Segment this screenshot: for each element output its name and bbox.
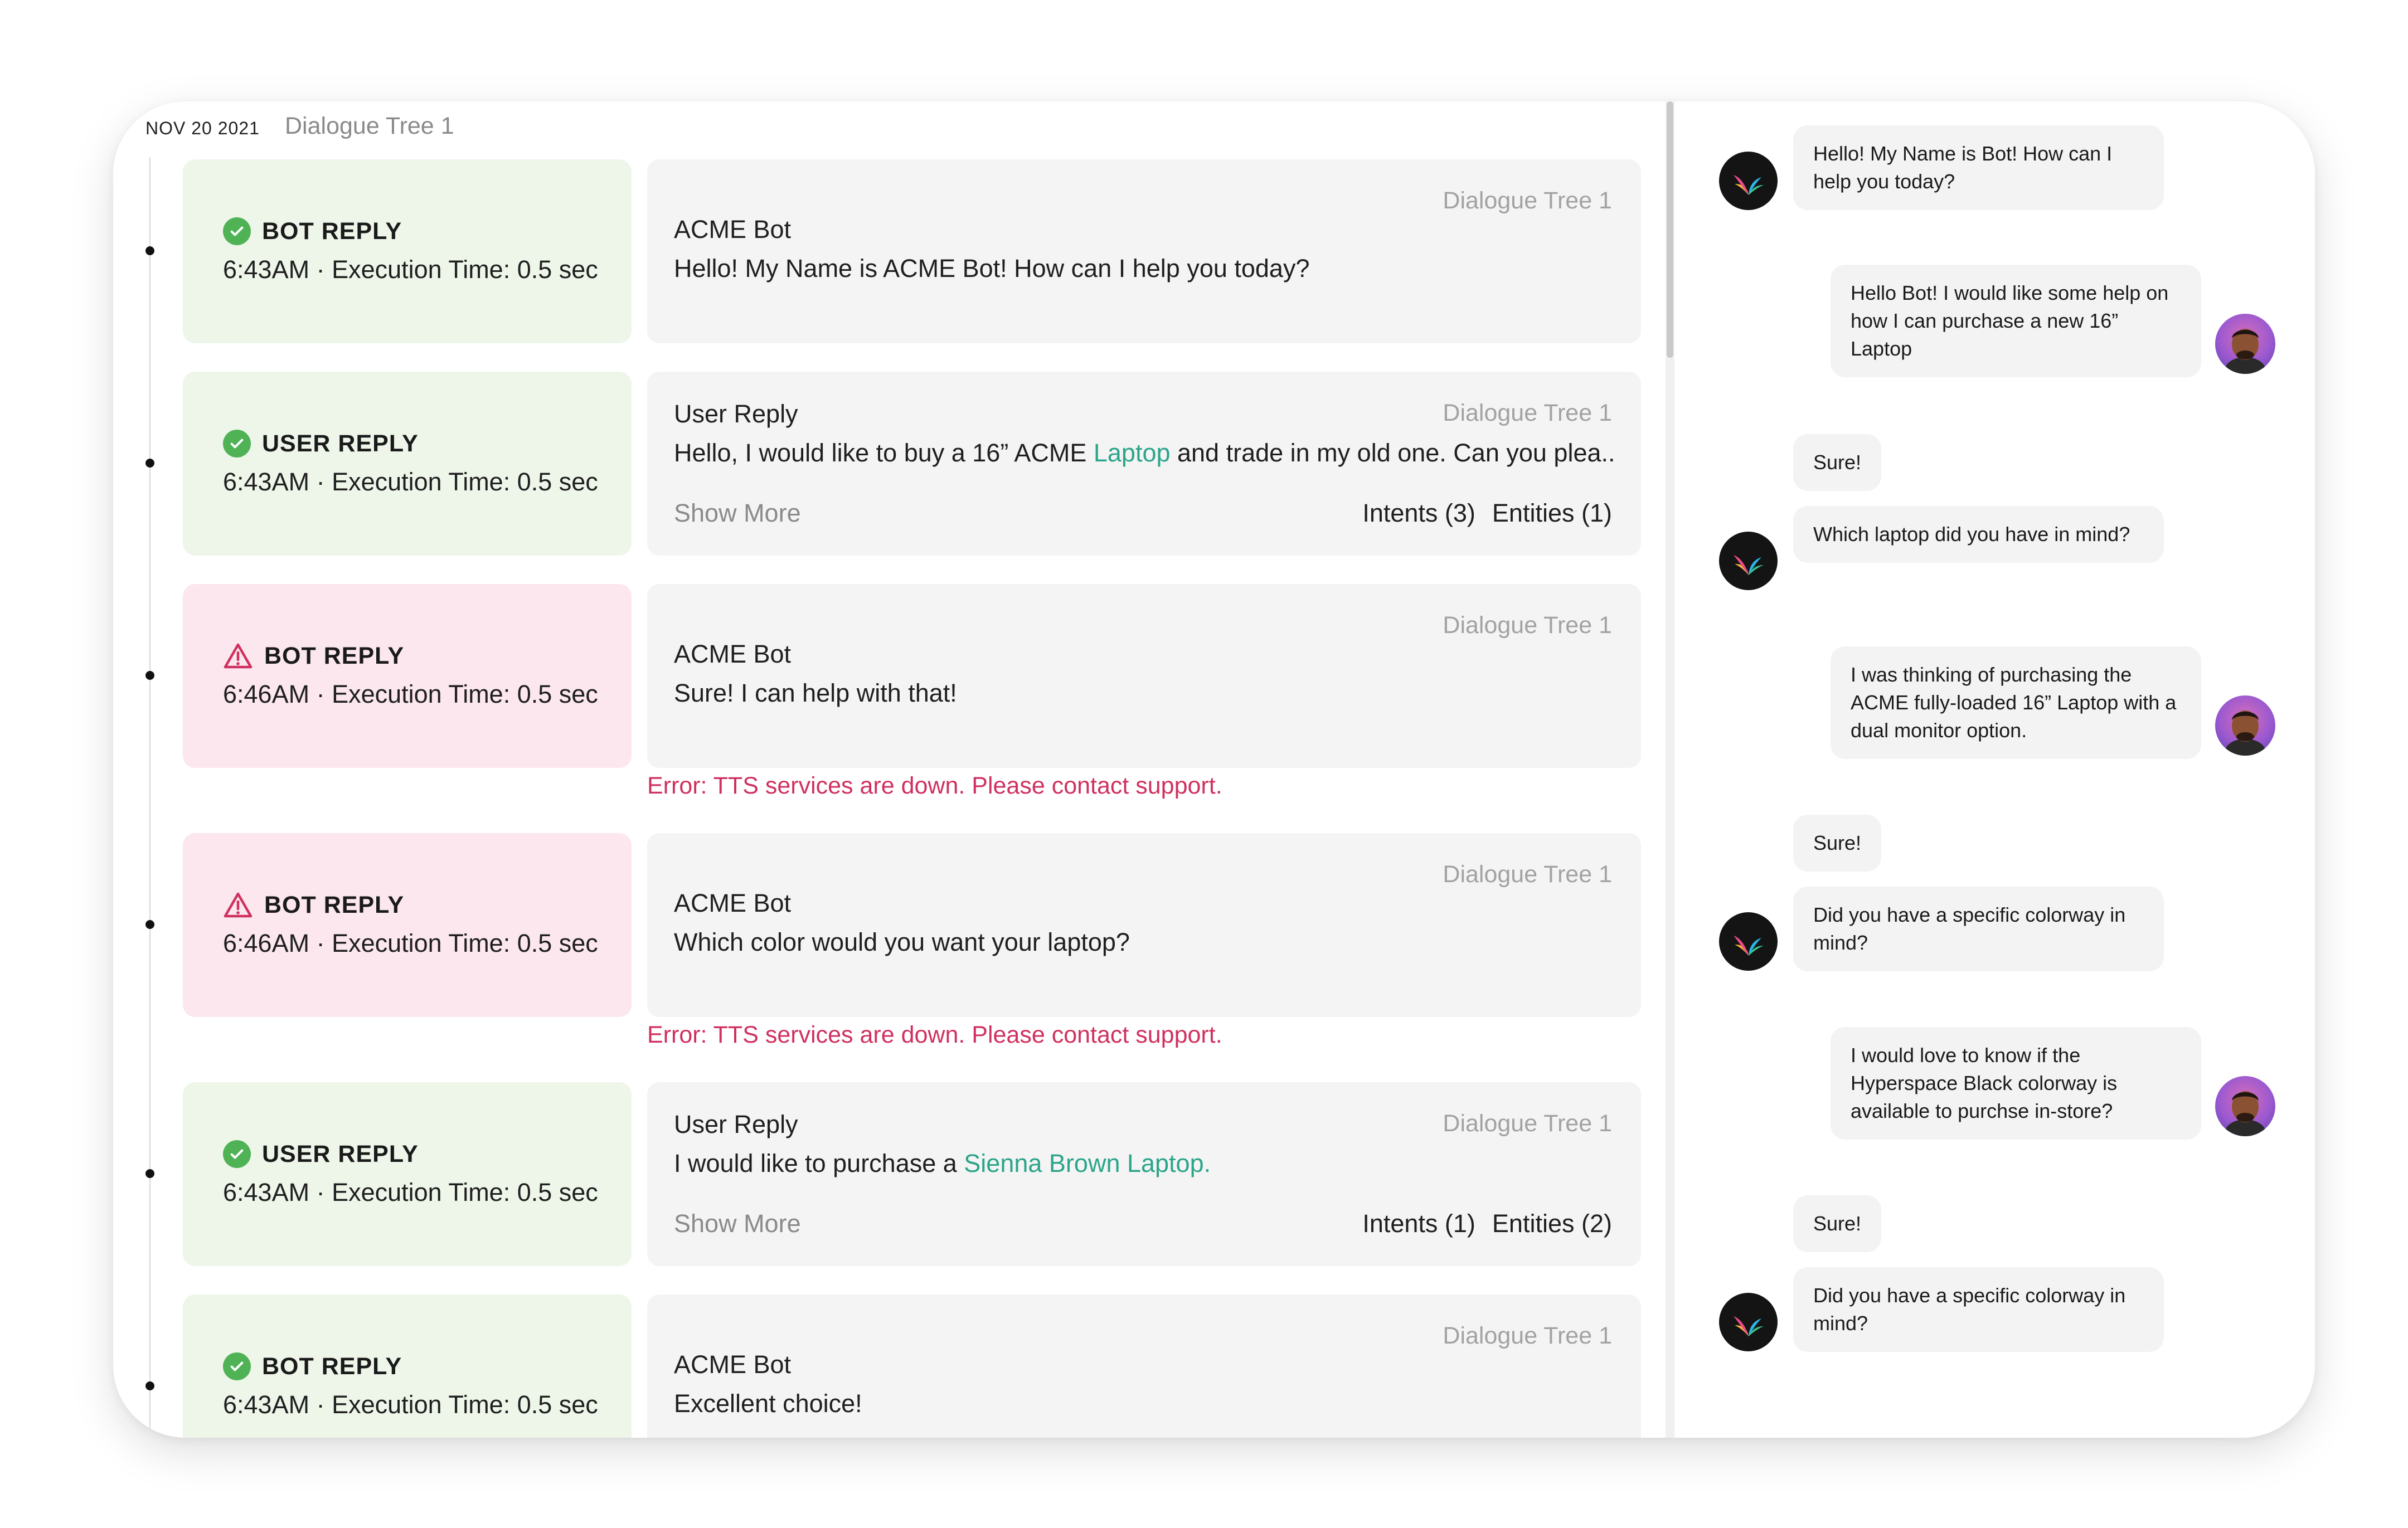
message-box: Dialogue Tree 1 User Reply Hello, I woul…: [647, 372, 1641, 556]
status-type: BOT REPLY: [262, 1352, 402, 1380]
user-avatar: [2215, 314, 2275, 374]
check-circle-icon: [223, 1352, 251, 1380]
dialogue-viewer-card: NOV 20 2021 Dialogue Tree 1 BOT REPLY 6:…: [113, 101, 2315, 1438]
status-box: BOT REPLY 6:43AM · Execution Time: 0.5 s…: [183, 1295, 632, 1438]
bot-logo-icon: [1719, 152, 1778, 210]
message-author: User Reply: [674, 1110, 798, 1138]
status-type: USER REPLY: [262, 430, 419, 457]
message-tree: Dialogue Tree 1: [1443, 861, 1612, 888]
status-meta: 6:46AM · Execution Time: 0.5 sec: [223, 680, 598, 708]
error-message: Error: TTS services are down. Please con…: [647, 1021, 1222, 1048]
bot-logo-icon: [1719, 532, 1778, 590]
message-text: I would like to purchase a Sienna Brown …: [674, 1149, 1211, 1177]
chat-bubble-bot: Hello! My Name is Bot! How can I help yo…: [1793, 125, 2164, 210]
check-circle-icon: [223, 1140, 251, 1168]
bot-logo-icon: [1719, 1293, 1778, 1351]
message-box: Dialogue Tree 1 User Reply I would like …: [647, 1082, 1641, 1266]
timeline-dot: [145, 671, 154, 680]
chat-bubble-bot: Sure!: [1793, 815, 1882, 872]
chat-bubble-bot: Did you have a specific colorway in mind…: [1793, 1267, 2164, 1352]
status-meta: 6:46AM · Execution Time: 0.5 sec: [223, 929, 598, 957]
status-type: BOT REPLY: [264, 642, 405, 669]
chat-bubble-bot: Sure!: [1793, 434, 1882, 491]
message-tree: Dialogue Tree 1: [1443, 1322, 1612, 1349]
message-author: ACME Bot: [674, 640, 792, 668]
chat-bubble-bot: Did you have a specific colorway in mind…: [1793, 887, 2164, 971]
chat-panel: Hello! My Name is Bot! How can I help yo…: [1674, 101, 2315, 1438]
warning-triangle-icon: [224, 643, 253, 669]
intents-count[interactable]: Intents (3): [1362, 499, 1475, 528]
status-box: USER REPLY 6:43AM · Execution Time: 0.5 …: [183, 1082, 632, 1266]
status-type: BOT REPLY: [264, 891, 405, 918]
message-author: ACME Bot: [674, 1350, 792, 1379]
show-more-link[interactable]: Show More: [674, 499, 801, 528]
message-meta: Intents (1) Entities (2): [1362, 1209, 1612, 1238]
intents-count[interactable]: Intents (1): [1362, 1209, 1475, 1238]
timeline-dot: [145, 459, 154, 468]
user-avatar: [2215, 695, 2275, 756]
entity-highlight[interactable]: Laptop: [1094, 439, 1171, 467]
status-box: BOT REPLY 6:46AM · Execution Time: 0.5 s…: [183, 833, 632, 1017]
user-avatar: [2215, 1076, 2275, 1136]
session-date: NOV 20 2021: [145, 118, 260, 138]
message-box: Dialogue Tree 1 ACME Bot Excellent choic…: [647, 1295, 1641, 1438]
entities-count[interactable]: Entities (1): [1492, 499, 1612, 528]
dialogue-tree-title: Dialogue Tree 1: [285, 113, 454, 139]
warning-triangle-icon: [224, 892, 253, 918]
message-tree: Dialogue Tree 1: [1443, 400, 1612, 426]
status-box: BOT REPLY 6:46AM · Execution Time: 0.5 s…: [183, 584, 632, 768]
entities-count[interactable]: Entities (2): [1492, 1209, 1612, 1238]
chat-bubble-bot: Sure!: [1793, 1195, 1882, 1252]
message-text: Excellent choice!: [674, 1389, 862, 1418]
timeline-panel: NOV 20 2021 Dialogue Tree 1 BOT REPLY 6:…: [113, 101, 1666, 1438]
timeline-line: [149, 157, 151, 1438]
message-text: Hello! My Name is ACME Bot! How can I he…: [674, 254, 1310, 283]
chat-bubble-user: I would love to know if the Hyperspace B…: [1831, 1027, 2201, 1140]
bot-logo-icon: [1719, 912, 1778, 971]
timeline-dot: [145, 1169, 154, 1178]
check-circle-icon: [223, 217, 251, 245]
error-message: Error: TTS services are down. Please con…: [647, 772, 1222, 799]
message-tree: Dialogue Tree 1: [1443, 1110, 1612, 1137]
check-circle-icon: [223, 430, 251, 458]
timeline-dot: [145, 1381, 154, 1390]
message-text: Hello, I would like to buy a 16” ACME La…: [674, 439, 1616, 467]
message-text: Which color would you want your laptop?: [674, 928, 1130, 956]
scroll-thumb[interactable]: [1667, 101, 1673, 358]
message-meta: Intents (3) Entities (1): [1362, 499, 1612, 528]
chat-bubble-user: I was thinking of purchasing the ACME fu…: [1831, 646, 2201, 759]
timeline-dot: [145, 246, 154, 255]
message-author: ACME Bot: [674, 215, 792, 244]
status-box: USER REPLY 6:43AM · Execution Time: 0.5 …: [183, 372, 632, 556]
message-box: Dialogue Tree 1 ACME Bot Hello! My Name …: [647, 159, 1641, 343]
message-box: Dialogue Tree 1 ACME Bot Sure! I can hel…: [647, 584, 1641, 768]
status-meta: 6:43AM · Execution Time: 0.5 sec: [223, 1178, 598, 1206]
message-tree: Dialogue Tree 1: [1443, 187, 1612, 214]
status-meta: 6:43AM · Execution Time: 0.5 sec: [223, 1390, 598, 1419]
status-box: BOT REPLY 6:43AM · Execution Time: 0.5 s…: [183, 159, 632, 343]
message-box: Dialogue Tree 1 ACME Bot Which color wou…: [647, 833, 1641, 1017]
status-type: BOT REPLY: [262, 217, 402, 245]
status-meta: 6:43AM · Execution Time: 0.5 sec: [223, 468, 598, 496]
message-author: User Reply: [674, 400, 798, 428]
entity-highlight[interactable]: Sienna Brown Laptop.: [964, 1149, 1211, 1177]
message-text: Sure! I can help with that!: [674, 679, 957, 707]
scrollbar[interactable]: [1666, 101, 1674, 1438]
status-meta: 6:43AM · Execution Time: 0.5 sec: [223, 255, 598, 284]
chat-bubble-bot: Which laptop did you have in mind?: [1793, 506, 2164, 563]
message-tree: Dialogue Tree 1: [1443, 612, 1612, 639]
chat-bubble-user: Hello Bot! I would like some help on how…: [1831, 265, 2201, 377]
timeline-dot: [145, 920, 154, 929]
show-more-link[interactable]: Show More: [674, 1209, 801, 1238]
status-type: USER REPLY: [262, 1140, 419, 1167]
message-author: ACME Bot: [674, 889, 792, 917]
